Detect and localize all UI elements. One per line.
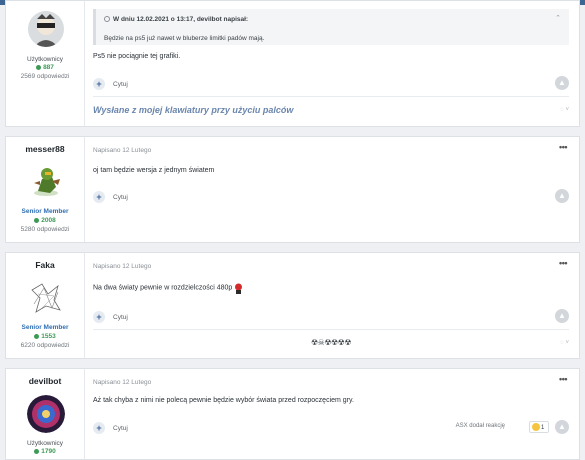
quote-button[interactable]: Cytuj	[113, 81, 128, 88]
signature-text: Wysłane z mojej klawiatury przy użyciu p…	[93, 105, 294, 115]
author-panel: messer88 Senior Member 2008 5280 odpowie…	[6, 137, 85, 242]
quote-source-icon	[104, 16, 110, 23]
user-group: Użytkownicy	[26, 56, 64, 63]
post-2: messer88 Senior Member 2008 5280 odpowie…	[5, 136, 580, 243]
author-name[interactable]: messer88	[6, 144, 84, 154]
reaction-by-text[interactable]: ASX dodał reakcję	[456, 423, 505, 429]
reputation: 1790	[6, 448, 84, 455]
quote-header-text: W dniu 12.02.2021 o 13:17, devilbot napi…	[113, 16, 249, 23]
post-1: Użytkownicy 887 2569 odpowiedzi W dniu 1…	[5, 0, 580, 127]
posts-count: 5280 odpowiedzi	[20, 226, 70, 233]
avatar[interactable]	[28, 11, 64, 47]
reputation: 2008	[6, 217, 84, 224]
post-content: Ps5 nie pociągnie tej grafiki.	[93, 53, 181, 60]
collapse-quote-icon[interactable]: ⌃	[555, 14, 561, 22]
multiquote-plus-icon[interactable]: +	[93, 191, 105, 203]
author-name[interactable]: Faka	[6, 260, 84, 270]
quote-button[interactable]: Cytuj	[113, 314, 128, 321]
quote-button[interactable]: Cytuj	[113, 194, 128, 201]
post-content: Aż tak chyba z nimi nie polecą pewnie bę…	[93, 397, 354, 404]
post-content: oj tam będzie wersja z jednym światem	[93, 167, 215, 174]
signature-emoji: ☢☠☢☢☢☢	[310, 338, 352, 347]
post-actions: + Cytuj ▲	[93, 187, 569, 207]
author-panel: Faka Senior Member 1553 6220 odpowiedzi	[6, 253, 85, 358]
post-actions: + Cytuj ▲	[93, 74, 569, 94]
quote-body: Będzie na ps5 już nawet w bluberze limit…	[104, 35, 265, 42]
avatar[interactable]	[28, 280, 64, 316]
multiquote-plus-icon[interactable]: +	[93, 311, 105, 323]
post-content-text: Na dwa światy pewnie w rozdzielczości 48…	[93, 284, 233, 292]
user-group: Senior Member	[21, 324, 69, 331]
signature-toggle-icon[interactable]: ◌ ˅	[560, 107, 569, 113]
red-devil-icon	[234, 283, 243, 294]
upvote-arrow-icon[interactable]: ▲	[555, 309, 569, 323]
reputation-icon	[34, 217, 40, 223]
post-4: devilbot Użytkownicy 1790 Napisano 12 Lu…	[5, 368, 580, 460]
reputation: 887	[6, 64, 84, 71]
quote-button[interactable]: Cytuj	[113, 425, 128, 432]
reputation-value: 887	[43, 64, 54, 71]
reputation-icon	[34, 448, 40, 454]
post-date[interactable]: Napisano 12 Lutego	[93, 379, 151, 386]
upvote-arrow-icon[interactable]: ▲	[555, 76, 569, 90]
reputation-value: 1790	[41, 448, 56, 455]
post-date[interactable]: Napisano 12 Lutego	[93, 263, 151, 270]
signature: Wysłane z mojej klawiatury przy użyciu p…	[93, 105, 569, 115]
multiquote-plus-icon[interactable]: +	[93, 422, 105, 434]
signature-toggle-icon[interactable]: ◌ ˅	[560, 340, 569, 346]
quote-block: W dniu 12.02.2021 o 13:17, devilbot napi…	[93, 9, 569, 45]
ellipsis-icon[interactable]: •••	[559, 258, 567, 268]
divider	[93, 96, 569, 97]
quote-header: W dniu 12.02.2021 o 13:17, devilbot napi…	[104, 16, 248, 23]
laugh-emoji-icon	[532, 423, 540, 432]
ellipsis-icon[interactable]: •••	[559, 374, 567, 384]
author-panel: devilbot Użytkownicy 1790	[6, 369, 85, 459]
author-panel: Użytkownicy 887 2569 odpowiedzi	[6, 1, 85, 126]
avatar[interactable]	[28, 163, 64, 199]
user-group: Użytkownicy	[26, 440, 64, 447]
divider	[93, 329, 569, 330]
post-actions: + Cytuj ▲	[93, 307, 569, 327]
reputation-icon	[34, 333, 40, 339]
reputation-icon	[36, 64, 42, 70]
post-content: Na dwa światy pewnie w rozdzielczości 48…	[93, 283, 569, 294]
reputation-value: 1553	[41, 333, 56, 340]
posts-count: 6220 odpowiedzi	[20, 342, 70, 349]
reaction-badge[interactable]: 1	[529, 421, 549, 433]
user-group: Senior Member	[21, 208, 69, 215]
ellipsis-icon[interactable]: •••	[559, 142, 567, 152]
author-name[interactable]: devilbot	[6, 376, 84, 386]
upvote-arrow-icon[interactable]: ▲	[555, 420, 569, 434]
post-date[interactable]: Napisano 12 Lutego	[93, 147, 151, 154]
multiquote-plus-icon[interactable]: +	[93, 78, 105, 90]
upvote-arrow-icon[interactable]: ▲	[555, 189, 569, 203]
reaction-count: 1	[541, 425, 545, 431]
posts-count: 2569 odpowiedzi	[20, 73, 70, 80]
post-3: Faka Senior Member 1553 6220 odpowiedzi …	[5, 252, 580, 359]
post-actions: + Cytuj ASX dodał reakcję 1 ▲	[93, 418, 569, 438]
avatar[interactable]	[27, 395, 65, 433]
reputation: 1553	[6, 333, 84, 340]
reputation-value: 2008	[41, 217, 56, 224]
